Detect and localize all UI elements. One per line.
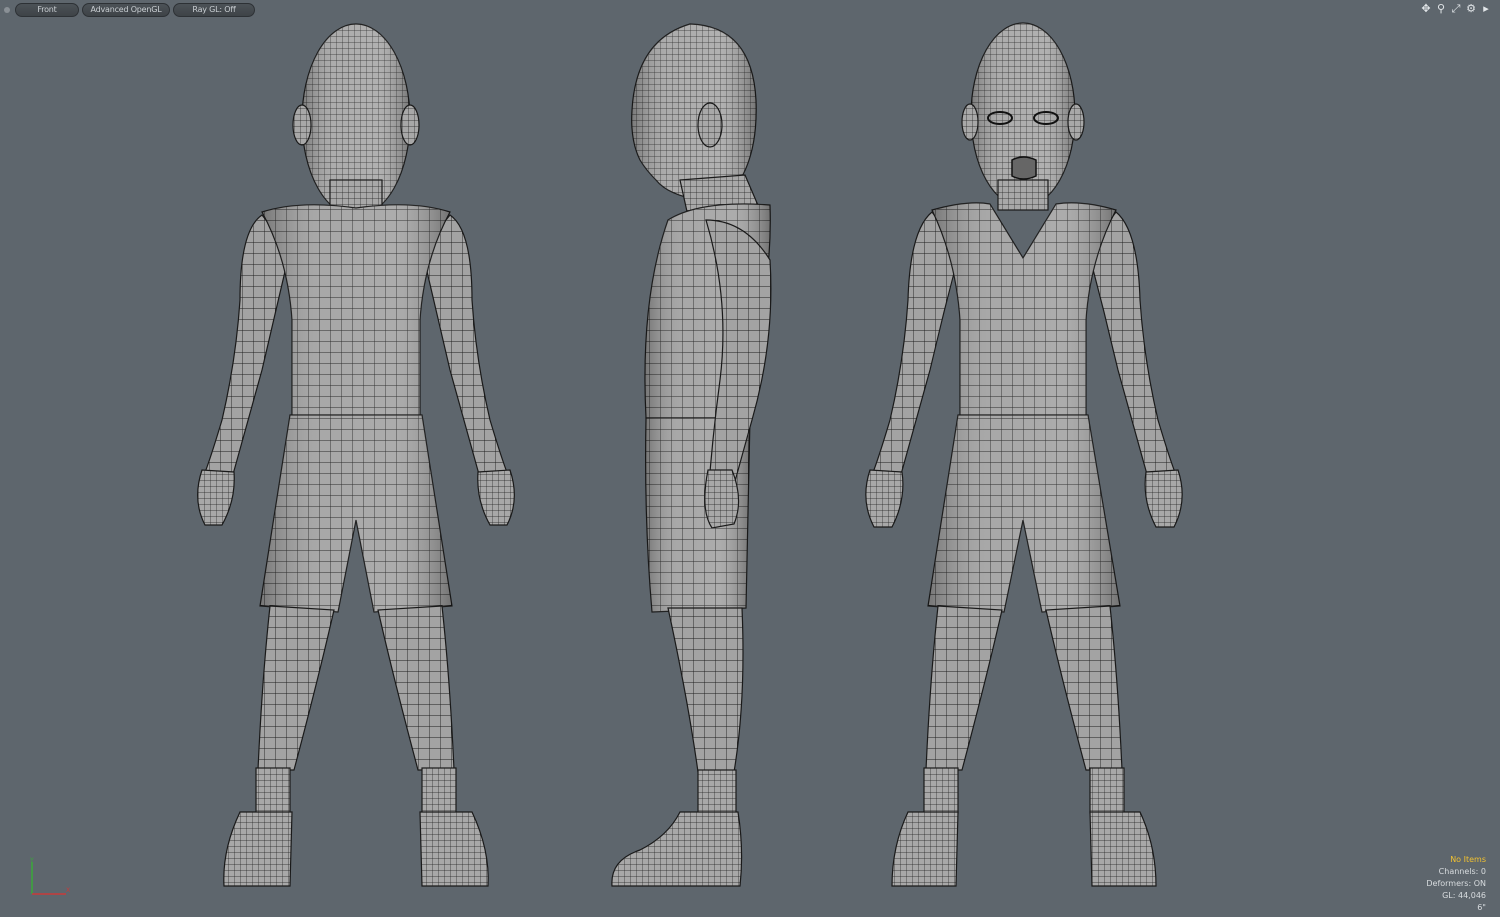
axis-gizmo: Y X	[29, 857, 70, 895]
info-gl: GL: 44,046	[1442, 891, 1486, 900]
x-axis-label: X	[66, 887, 70, 894]
model-views	[197, 22, 1183, 887]
viewport-info-panel: No Items Channels: 0 Deformers: ON GL: 4…	[1426, 854, 1486, 914]
3d-viewport[interactable]: Front Advanced OpenGL Ray GL: Off ✥ ⚲ ⤢ …	[0, 0, 1500, 917]
side-view-figure[interactable]	[611, 23, 772, 887]
info-units: 6"	[1477, 903, 1486, 912]
back-view-figure[interactable]	[197, 23, 515, 887]
info-channels: Channels: 0	[1438, 867, 1486, 876]
info-deformers: Deformers: ON	[1426, 879, 1486, 888]
front-view-figure[interactable]	[865, 22, 1183, 887]
info-items: No Items	[1450, 855, 1486, 864]
y-axis-label: Y	[29, 857, 34, 864]
